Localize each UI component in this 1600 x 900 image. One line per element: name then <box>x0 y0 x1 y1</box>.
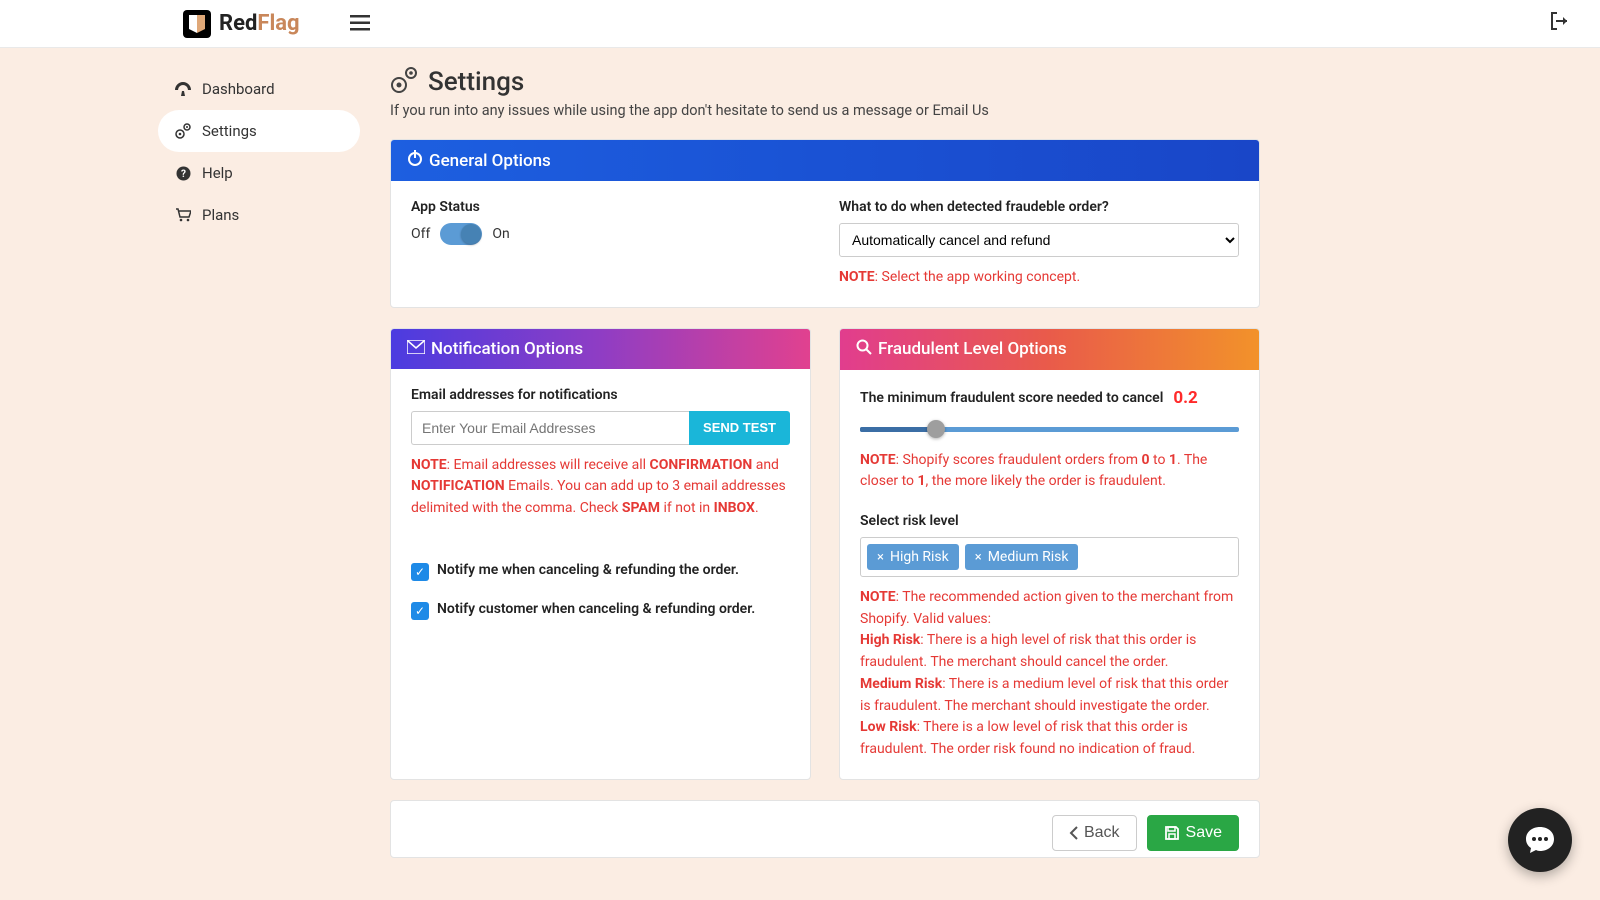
envelope-icon <box>407 339 425 359</box>
sidebar-item-label: Settings <box>202 122 257 140</box>
email-input[interactable] <box>411 411 689 445</box>
gears-icon <box>390 66 418 98</box>
shield-icon <box>181 8 213 40</box>
risk-level-select[interactable]: ×High Risk ×Medium Risk <box>860 537 1239 577</box>
help-icon: ? <box>174 166 192 181</box>
dashboard-icon <box>174 82 192 96</box>
logo[interactable]: RedFlag <box>181 8 300 40</box>
notification-options-card: Notification Options Email addresses for… <box>390 328 811 780</box>
app-status-toggle[interactable] <box>440 223 482 245</box>
save-button[interactable]: Save <box>1147 815 1239 851</box>
general-note: NOTE: Select the app working concept. <box>839 267 1239 289</box>
actions-card: Back Save <box>390 800 1260 858</box>
sidebar-item-plans[interactable]: Plans <box>158 194 360 236</box>
sidebar: Dashboard Settings ? Help Plans <box>140 48 360 896</box>
gears-icon <box>174 123 192 139</box>
toggle-off-label: Off <box>411 226 430 242</box>
notify-customer-checkbox[interactable]: ✓ <box>411 602 429 620</box>
back-button[interactable]: Back <box>1052 815 1137 851</box>
score-note: NOTE: Shopify scores fraudulent orders f… <box>860 450 1239 493</box>
search-icon <box>856 339 872 360</box>
score-value: 0.2 <box>1173 388 1197 408</box>
risk-level-label: Select risk level <box>860 513 1239 529</box>
sidebar-item-dashboard[interactable]: Dashboard <box>158 68 360 110</box>
chip-high-risk[interactable]: ×High Risk <box>867 544 959 570</box>
section-title: General Options <box>429 151 551 171</box>
brand-flag: Flag <box>257 11 299 36</box>
notify-customer-label: Notify customer when canceling & refundi… <box>437 601 755 617</box>
fraud-action-select[interactable]: Automatically cancel and refund <box>839 223 1239 257</box>
risk-note: NOTE: The recommended action given to th… <box>860 587 1239 761</box>
chevron-left-icon <box>1069 826 1078 840</box>
fraud-level-card: Fraudulent Level Options The minimum fra… <box>839 328 1260 780</box>
chat-fab[interactable] <box>1508 808 1572 872</box>
general-options-card: General Options App Status Off On What t… <box>390 139 1260 308</box>
brand-red: Red <box>219 11 257 36</box>
remove-chip-icon[interactable]: × <box>975 550 982 565</box>
notify-me-checkbox[interactable]: ✓ <box>411 563 429 581</box>
sidebar-item-label: Plans <box>202 206 239 224</box>
sidebar-item-settings[interactable]: Settings <box>158 110 360 152</box>
send-test-button[interactable]: SEND TEST <box>689 411 790 445</box>
topbar: RedFlag <box>0 0 1600 48</box>
chip-medium-risk[interactable]: ×Medium Risk <box>965 544 1079 570</box>
score-label: The minimum fraudulent score needed to c… <box>860 390 1163 406</box>
notify-me-label: Notify me when canceling & refunding the… <box>437 562 739 578</box>
hamburger-icon[interactable] <box>350 12 370 36</box>
power-icon <box>407 150 423 171</box>
sidebar-item-label: Dashboard <box>202 80 275 98</box>
section-title: Notification Options <box>431 339 583 359</box>
logout-icon[interactable] <box>1550 12 1570 35</box>
page-subtitle: If you run into any issues while using t… <box>390 102 1260 119</box>
section-title: Fraudulent Level Options <box>878 339 1067 359</box>
cart-icon <box>174 208 192 222</box>
app-status-label: App Status <box>411 199 811 215</box>
email-addresses-label: Email addresses for notifications <box>411 387 790 403</box>
chat-icon <box>1523 823 1557 857</box>
fraud-action-label: What to do when detected fraudeble order… <box>839 199 1239 215</box>
score-slider[interactable] <box>860 418 1239 440</box>
remove-chip-icon[interactable]: × <box>877 550 884 565</box>
save-icon <box>1164 825 1180 841</box>
sidebar-item-help[interactable]: ? Help <box>158 152 360 194</box>
notification-note: NOTE: Email addresses will receive all C… <box>411 455 790 520</box>
svg-text:?: ? <box>181 169 186 180</box>
toggle-on-label: On <box>492 226 509 242</box>
page-title: Settings <box>428 67 524 97</box>
sidebar-item-label: Help <box>202 164 233 182</box>
